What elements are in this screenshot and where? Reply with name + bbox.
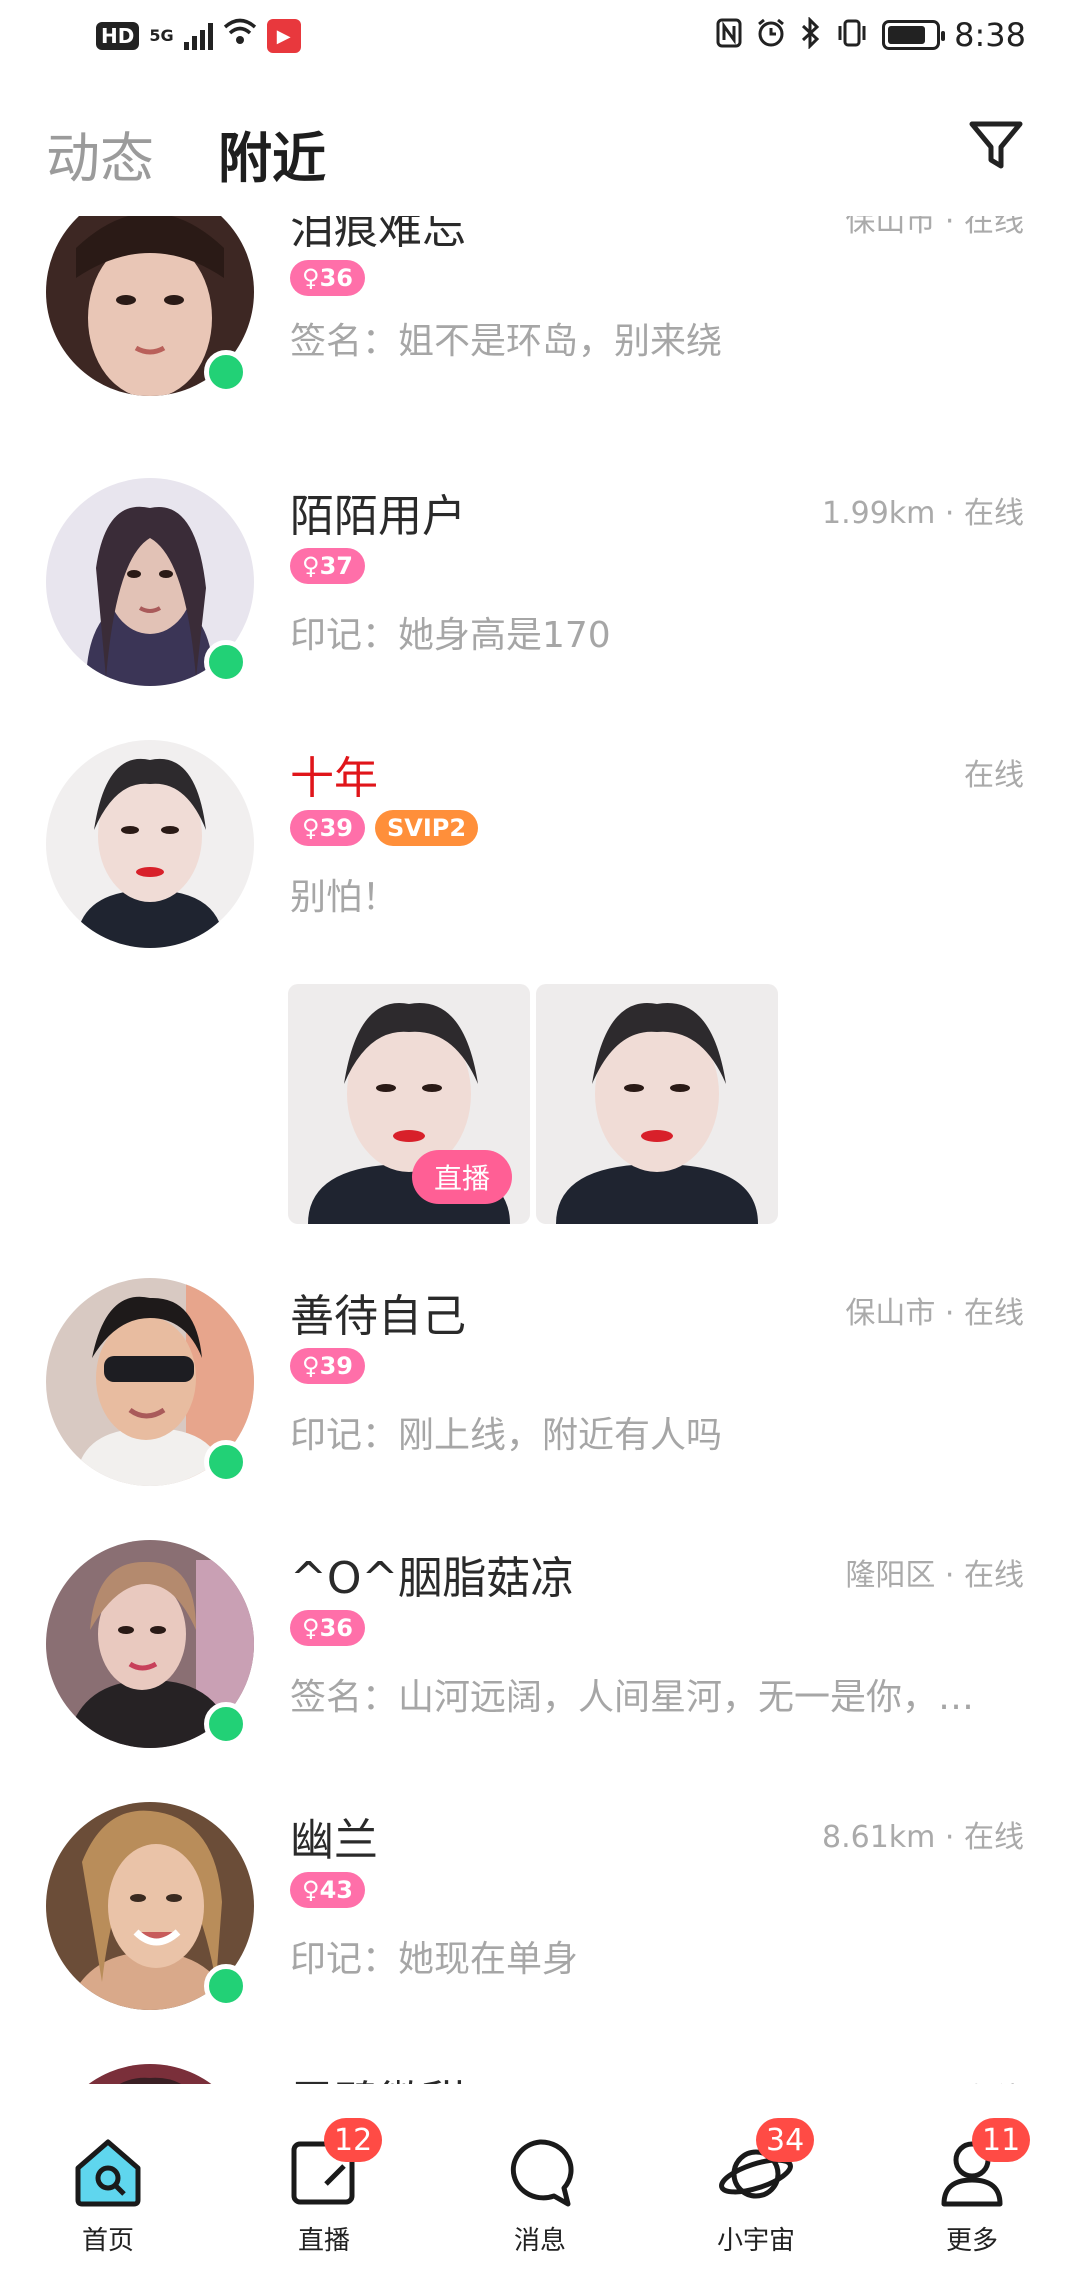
unread-badge: 12 xyxy=(324,2118,383,2162)
filter-funnel-icon xyxy=(969,121,1023,169)
avatar[interactable] xyxy=(46,2064,254,2084)
female-icon: ♀ xyxy=(302,264,320,292)
bottom-nav: 首页 直播 12 消息 小宇宙 34 更多 11 xyxy=(0,2084,1080,2280)
signal-icon xyxy=(183,22,213,50)
nav-more[interactable]: 更多 11 xyxy=(864,2084,1080,2280)
nav-label: 小宇宙 xyxy=(716,2226,795,2256)
home-icon xyxy=(68,2132,148,2212)
online-status-dot xyxy=(204,640,248,684)
online-status-dot xyxy=(204,1702,248,1746)
hd-indicator: HD xyxy=(96,22,140,50)
age-badge: ♀ 39 xyxy=(290,810,365,846)
user-signature: 签名：山河远阔，人间星河，无一是你，… xyxy=(290,1677,975,1718)
user-nickname: 幽兰 xyxy=(290,1815,378,1866)
nav-label: 首页 xyxy=(81,2226,134,2256)
user-item[interactable]: 雪碧微甜 在线 xyxy=(0,2020,1080,2084)
photo-thumbnail[interactable] xyxy=(536,984,778,1224)
nav-messages[interactable]: 消息 xyxy=(432,2084,648,2280)
battery-icon xyxy=(882,20,946,50)
wifi-icon xyxy=(223,18,257,54)
nav-label: 更多 xyxy=(945,2226,998,2256)
user-nickname: 十年 xyxy=(290,753,378,804)
bluetooth-icon xyxy=(800,16,822,53)
clock: 8:38 xyxy=(954,16,1026,54)
nfc-icon xyxy=(716,18,742,52)
tab-nearby[interactable]: 附近 xyxy=(218,114,326,193)
unread-badge: 34 xyxy=(756,2118,815,2162)
user-location: 在线 xyxy=(964,758,1024,793)
user-item[interactable]: 善待自己 保山市 · 在线 ♀ 39 印记：刚上线，附近有人吗 xyxy=(0,1234,1080,1496)
user-nickname: 陌陌用户 xyxy=(290,491,466,542)
age-badge: ♀ 36 xyxy=(290,1610,365,1646)
female-icon: ♀ xyxy=(302,1352,320,1380)
user-nickname: 雪碧微甜 xyxy=(290,2066,466,2084)
tab-feed[interactable]: 动态 xyxy=(46,114,154,193)
user-location: 隆阳区 · 在线 xyxy=(845,1558,1024,1593)
avatar[interactable] xyxy=(46,740,254,948)
female-icon: ♀ xyxy=(302,552,320,580)
user-nickname: 泪痕难忘 xyxy=(290,216,466,254)
user-signature: 印记：她身高是170 xyxy=(290,615,611,656)
user-signature: 印记：她现在单身 xyxy=(290,1939,579,1980)
user-signature: 签名：姐不是环岛，别来绕 xyxy=(290,321,723,362)
user-nickname: 善待自己 xyxy=(290,1291,466,1342)
user-location: 保山市 · 在线 xyxy=(845,1296,1024,1331)
user-item[interactable]: 陌陌用户 1.99km · 在线 ♀ 37 印记：她身高是170 xyxy=(0,434,1080,696)
top-tab-bar: 动态 附近 xyxy=(0,76,1080,216)
online-status-dot xyxy=(204,350,248,394)
online-status-dot xyxy=(204,1964,248,2008)
app-notification-icon: ▶ xyxy=(266,19,301,53)
user-item[interactable]: 幽兰 8.61km · 在线 ♀ 43 印记：她现在单身 xyxy=(0,1758,1080,2020)
alarm-icon xyxy=(756,18,786,52)
user-location: 1.99km · 在线 xyxy=(821,496,1024,531)
nav-live[interactable]: 直播 12 xyxy=(216,2084,432,2280)
vibrate-icon xyxy=(836,18,868,52)
status-bar: HD 5G ▶ 8:38 xyxy=(0,0,1080,76)
nearby-user-list[interactable]: 泪痕难忘 保山市 · 在线 ♀ 36 签名：姐不是环岛，别来绕 陌陌用户 1.99… xyxy=(0,216,1080,2084)
age-badge: ♀ 39 xyxy=(290,1348,365,1384)
filter-button[interactable] xyxy=(964,114,1028,178)
nav-home[interactable]: 首页 xyxy=(0,2084,216,2280)
nav-label: 消息 xyxy=(513,2226,566,2256)
age-badge: ♀ 43 xyxy=(290,1872,365,1908)
user-item[interactable]: 泪痕难忘 保山市 · 在线 ♀ 36 签名：姐不是环岛，别来绕 xyxy=(0,216,1080,434)
user-location: 在线 xyxy=(964,2074,1024,2084)
user-item[interactable]: 十年 在线 ♀ 39 SVIP2 别怕！ 直播 xyxy=(0,696,1080,1234)
user-item[interactable]: ^O^胭脂菇凉 隆阳区 · 在线 ♀ 36 签名：山河远阔，人间星河，无一是你，… xyxy=(0,1496,1080,1758)
female-icon: ♀ xyxy=(302,814,320,842)
user-signature: 别怕！ xyxy=(290,877,399,918)
photo-row: 直播 xyxy=(288,984,778,1224)
nav-label: 直播 xyxy=(297,2226,350,2256)
user-signature: 印记：刚上线，附近有人吗 xyxy=(290,1415,723,1456)
nav-universe[interactable]: 小宇宙 34 xyxy=(648,2084,864,2280)
user-location: 保山市 · 在线 xyxy=(845,216,1024,239)
photo-thumbnail[interactable]: 直播 xyxy=(288,984,530,1224)
age-badge: ♀ 37 xyxy=(290,548,365,584)
female-icon: ♀ xyxy=(302,1614,320,1642)
online-status-dot xyxy=(204,1440,248,1484)
network-type: 5G xyxy=(149,26,174,45)
unread-badge: 11 xyxy=(972,2118,1031,2162)
vip-badge: SVIP2 xyxy=(374,810,479,846)
user-nickname: ^O^胭脂菇凉 xyxy=(290,1553,575,1604)
age-badge: ♀ 36 xyxy=(290,260,365,296)
live-tag: 直播 xyxy=(412,1150,512,1204)
user-location: 8.61km · 在线 xyxy=(821,1820,1024,1855)
female-icon: ♀ xyxy=(302,1876,320,1904)
message-icon xyxy=(500,2132,580,2212)
